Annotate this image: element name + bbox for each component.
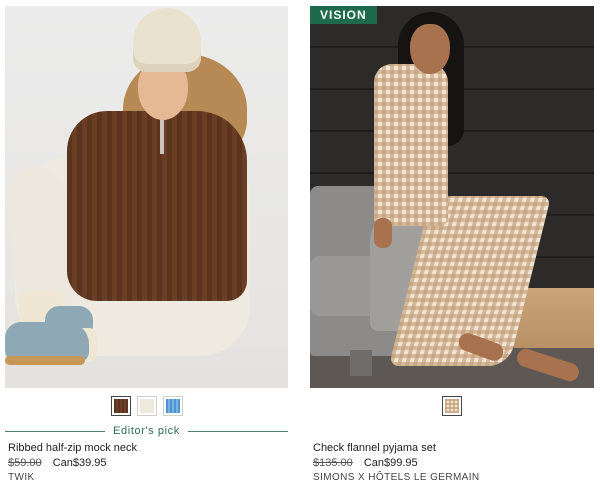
model-shoe-sole bbox=[5, 356, 85, 365]
swatch-blue[interactable] bbox=[162, 396, 183, 416]
model-beanie bbox=[133, 8, 201, 72]
editors-pick-divider: Editor's pick bbox=[5, 424, 289, 438]
original-price: $59.00 bbox=[8, 457, 42, 469]
sale-price: Can$39.95 bbox=[52, 457, 107, 469]
vision-badge: VISION bbox=[310, 6, 377, 24]
product-image-2[interactable]: VISION bbox=[310, 6, 594, 388]
model-hand bbox=[374, 218, 392, 248]
model-pyjama-top bbox=[374, 64, 448, 226]
product-card-2[interactable]: VISION Check flannel pyjama set $135.00 … bbox=[310, 6, 594, 483]
sale-price: Can$99.95 bbox=[363, 457, 418, 469]
original-price: $135.00 bbox=[313, 457, 353, 469]
editors-pick-label: Editor's pick bbox=[113, 425, 180, 437]
divider-line bbox=[187, 430, 289, 432]
product-brand[interactable]: TWIK bbox=[5, 472, 288, 483]
product-prices: $59.00 Can$39.95 bbox=[5, 457, 288, 469]
product-image-1[interactable] bbox=[5, 6, 288, 388]
product-name[interactable]: Ribbed half-zip mock neck bbox=[5, 442, 288, 454]
product-prices: $135.00 Can$99.95 bbox=[310, 457, 594, 469]
swatch-cream[interactable] bbox=[136, 396, 157, 416]
sofa-leg bbox=[350, 350, 372, 376]
divider-line bbox=[5, 430, 106, 432]
swatch-check-beige[interactable] bbox=[442, 396, 462, 416]
swatch-brown[interactable] bbox=[110, 396, 131, 416]
color-swatches bbox=[5, 396, 288, 418]
color-swatches bbox=[310, 396, 594, 418]
model-face bbox=[410, 24, 450, 74]
product-grid: Editor's pick Ribbed half-zip mock neck … bbox=[0, 0, 600, 488]
product-card-1[interactable]: Editor's pick Ribbed half-zip mock neck … bbox=[5, 6, 289, 483]
product-name[interactable]: Check flannel pyjama set bbox=[310, 442, 594, 454]
model-sweater bbox=[67, 111, 247, 301]
sweater-zip bbox=[160, 114, 164, 154]
product-brand[interactable]: SIMONS X HÔTELS LE GERMAIN bbox=[310, 472, 594, 483]
